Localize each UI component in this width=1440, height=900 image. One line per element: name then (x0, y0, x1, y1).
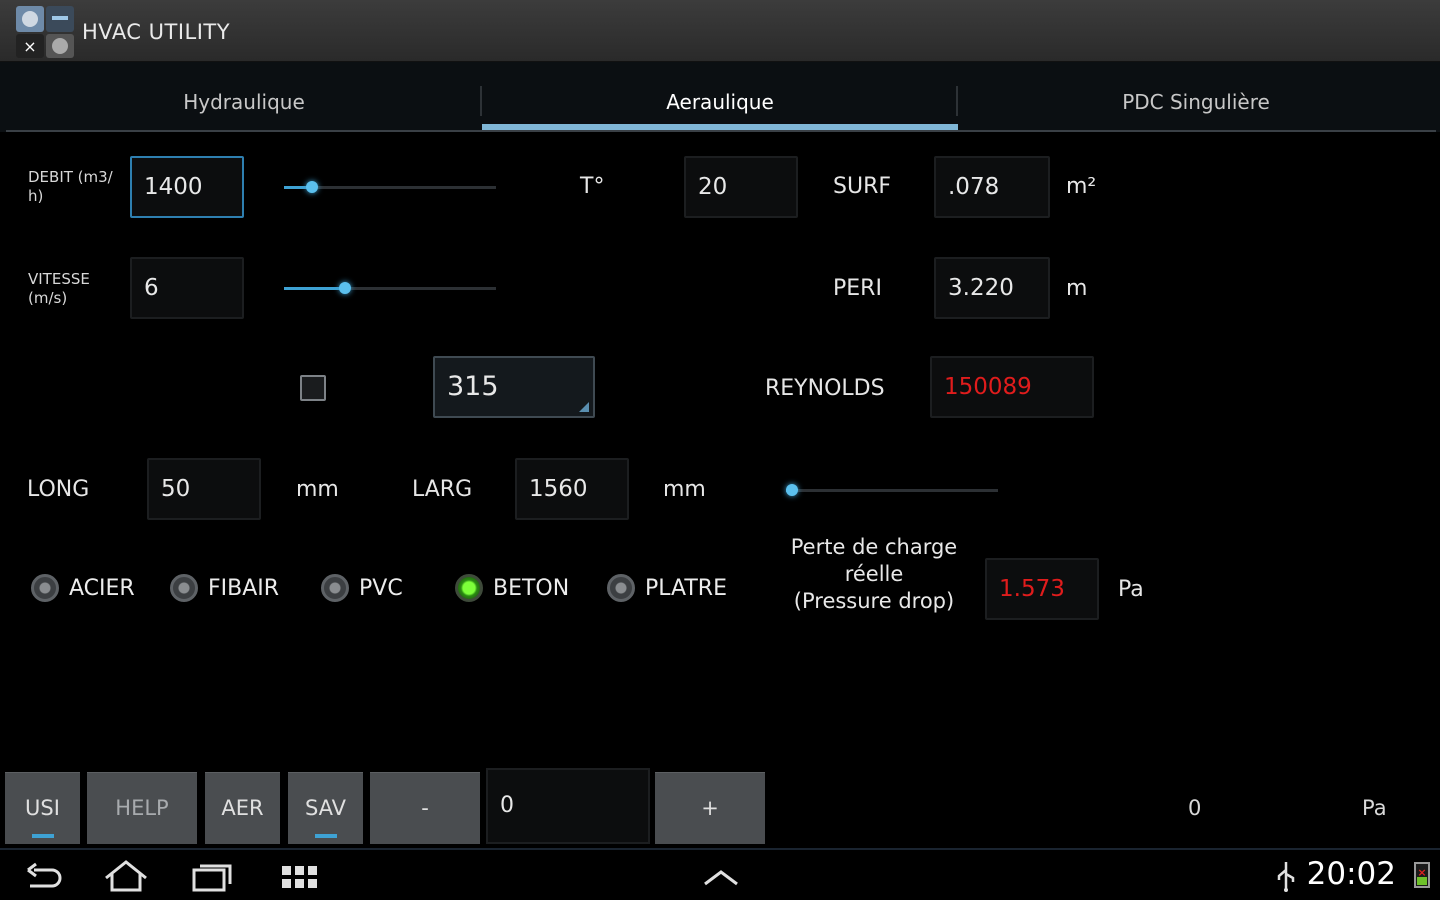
sav-button[interactable]: SAV (288, 772, 363, 844)
larg-label: LARG (412, 477, 473, 502)
help-button[interactable]: HELP (87, 772, 197, 844)
pressure-drop-label: Perte de charge réelle (Pressure drop) (772, 534, 976, 615)
bottom-action-bar: USI HELP AER SAV - 0 + 0 Pa (0, 768, 1440, 844)
surf-input[interactable]: .078 (934, 156, 1050, 218)
round-duct-checkbox[interactable] (300, 375, 326, 401)
radio-label: PLATRE (645, 575, 727, 601)
peri-input[interactable]: 3.220 (934, 257, 1050, 319)
app-title: HVAC UTILITY (82, 20, 231, 44)
aer-button-label: AER (221, 796, 264, 820)
reynolds-output: 150089 (930, 356, 1094, 418)
radio-label: PVC (359, 575, 403, 601)
debit-slider[interactable] (284, 177, 496, 197)
aer-button[interactable]: AER (205, 772, 280, 844)
app-icon: × (16, 6, 74, 58)
pressure-drop-label-line2: réelle (844, 562, 904, 586)
vitesse-label: VITESSE (m/s) (28, 270, 90, 308)
reynolds-label: REYNOLDS (765, 376, 885, 401)
title-bar: × HVAC UTILITY (0, 0, 1440, 62)
diameter-spinner[interactable]: 315 (433, 356, 595, 418)
home-icon[interactable] (102, 858, 150, 896)
diameter-value: 315 (447, 371, 499, 402)
debit-input[interactable]: 1400 (130, 156, 244, 218)
tab-active-indicator (482, 124, 958, 130)
radio-label: ACIER (69, 575, 135, 601)
long-label: LONG (27, 477, 90, 502)
radio-pvc[interactable]: PVC (321, 574, 403, 602)
svg-text:×: × (23, 37, 36, 56)
tab-bar: Hydraulique Aeraulique PDC Singulière (0, 62, 1440, 132)
vitesse-slider[interactable] (284, 278, 496, 298)
debit-label: DEBIT (m3/ h) (28, 168, 113, 206)
temperature-input[interactable]: 20 (684, 156, 798, 218)
vitesse-input[interactable]: 6 (130, 257, 244, 319)
radio-button-icon (31, 574, 59, 602)
total-value: 0 (1188, 796, 1202, 820)
pressure-drop-label-line3: (Pressure drop) (793, 589, 955, 613)
tab-aeraulique[interactable]: Aeraulique (482, 62, 958, 130)
plus-button[interactable]: + (655, 772, 765, 844)
larg-unit: mm (663, 477, 706, 502)
tab-baseline (6, 130, 1436, 132)
back-icon[interactable] (20, 858, 68, 896)
pressure-drop-unit: Pa (1118, 577, 1144, 602)
clock: 20:02 (1306, 856, 1396, 892)
battery-warning-icon: × (1417, 866, 1427, 879)
active-indicator (31, 834, 54, 838)
battery-icon: × (1414, 862, 1430, 888)
tab-hydraulique[interactable]: Hydraulique (6, 62, 482, 130)
minus-button[interactable]: - (370, 772, 480, 844)
chevron-up-icon[interactable] (697, 858, 745, 896)
help-button-label: HELP (115, 796, 169, 820)
radio-button-icon (321, 574, 349, 602)
long-unit: mm (296, 477, 339, 502)
usi-button[interactable]: USI (5, 772, 80, 844)
system-nav-bar: 20:02 × (0, 848, 1440, 900)
vitesse-label-line1: VITESSE (28, 270, 90, 288)
radio-platre[interactable]: PLATRE (607, 574, 727, 602)
pressure-drop-label-line1: Perte de charge (790, 535, 958, 559)
radio-acier[interactable]: ACIER (31, 574, 135, 602)
debit-label-line2: h) (28, 187, 44, 205)
total-unit: Pa (1362, 796, 1387, 820)
pressure-drop-output: 1.573 (985, 558, 1099, 620)
tab-pdc-singuliere[interactable]: PDC Singulière (958, 62, 1434, 130)
dimension-slider[interactable] (786, 480, 998, 500)
radio-label: BETON (493, 575, 570, 601)
spinner-corner-icon (579, 402, 589, 412)
slider-thumb[interactable] (305, 181, 318, 193)
plus-button-label: + (701, 796, 719, 820)
radio-button-icon (607, 574, 635, 602)
slider-fill (284, 287, 346, 290)
peri-unit: m (1066, 276, 1088, 301)
slider-thumb[interactable] (786, 484, 799, 496)
radio-button-icon (170, 574, 198, 602)
vitesse-label-line2: (m/s) (28, 289, 68, 307)
slider-thumb[interactable] (339, 282, 352, 294)
active-indicator (314, 834, 337, 838)
usi-button-label: USI (25, 796, 60, 820)
radio-beton[interactable]: BETON (455, 574, 569, 602)
surf-unit: m² (1066, 174, 1097, 199)
sav-button-label: SAV (304, 796, 347, 820)
larg-input[interactable]: 1560 (515, 458, 629, 520)
recent-apps-icon[interactable] (188, 858, 236, 896)
usb-icon (1277, 862, 1295, 892)
radio-button-icon (455, 574, 483, 602)
app-grid-icon[interactable] (276, 858, 324, 896)
debit-label-line1: DEBIT (m3/ (28, 168, 113, 186)
minus-button-label: - (421, 796, 429, 820)
long-input[interactable]: 50 (147, 458, 261, 520)
counter-input[interactable]: 0 (486, 768, 650, 844)
peri-label: PERI (833, 276, 882, 301)
radio-label: FIBAIR (208, 575, 280, 601)
temperature-label: T° (580, 174, 605, 199)
slider-track (786, 489, 998, 492)
surf-label: SURF (833, 174, 892, 199)
radio-fibair[interactable]: FIBAIR (170, 574, 279, 602)
